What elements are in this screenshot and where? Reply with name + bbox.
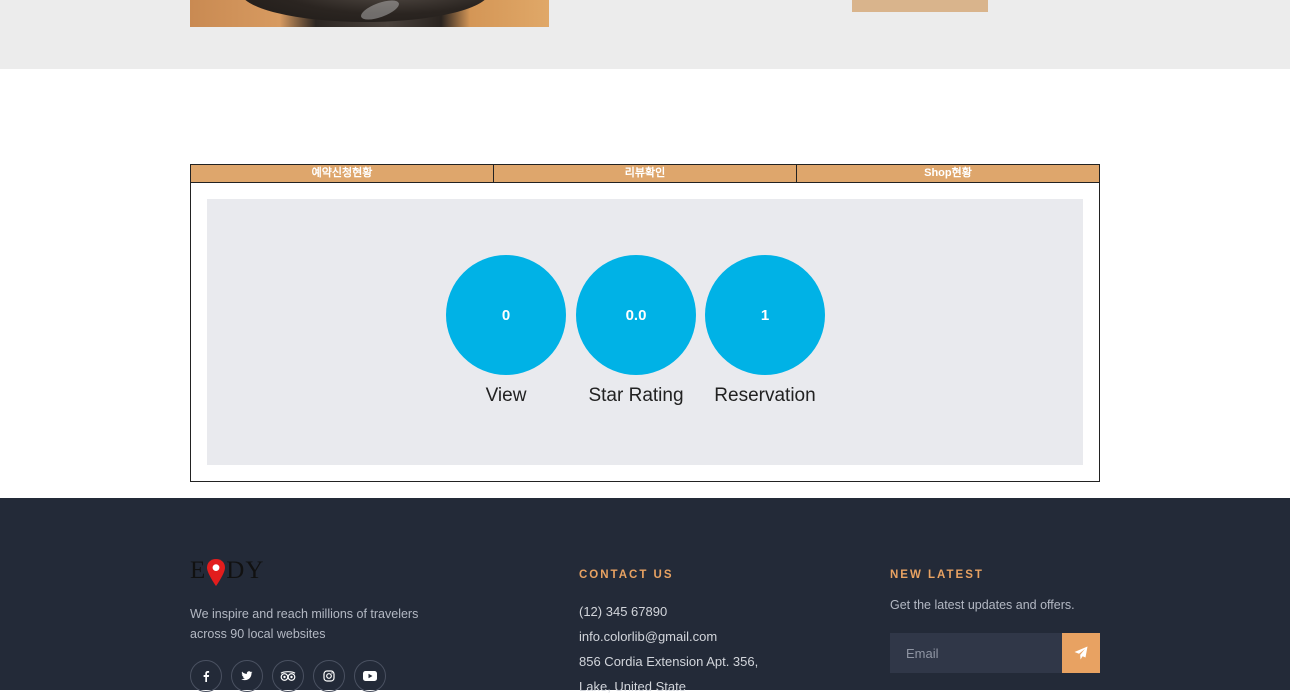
newsletter-title: NEW LATEST [890, 569, 984, 581]
tab-reservations[interactable]: 예약신청현황 [191, 165, 493, 182]
food-image [190, 0, 549, 27]
facebook-icon[interactable] [190, 660, 222, 692]
stat-star-rating: 0.0 Star Rating [576, 255, 696, 407]
stat-view-circle: 0 [446, 255, 566, 375]
about-line-1: We inspire and reach millions of travele… [190, 607, 419, 621]
top-button[interactable] [852, 0, 988, 12]
newsletter-email-input[interactable] [890, 633, 1062, 673]
youtube-icon[interactable] [354, 660, 386, 692]
contact-email[interactable]: info.colorlib@gmail.com [579, 624, 758, 649]
about-line-2: across 90 local websites [190, 627, 326, 641]
tab-bar: 예약신청현황 리뷰확인 Shop현황 [190, 164, 1100, 183]
tab-shop[interactable]: Shop현황 [796, 165, 1099, 182]
top-section [0, 0, 1290, 69]
stat-reservation-label: Reservation [714, 385, 816, 406]
logo-text-left: E [190, 557, 207, 584]
stat-star-rating-circle: 0.0 [576, 255, 696, 375]
contact-address-line-2: Lake, United State [579, 679, 686, 694]
contact-title: CONTACT US [579, 569, 674, 581]
location-pin-icon [207, 559, 226, 587]
twitter-icon[interactable] [231, 660, 263, 692]
footer: E DY We inspire and reach millions of tr… [0, 498, 1290, 694]
stats-area: 0 View 0.0 Star Rating 1 Reservation [207, 199, 1083, 465]
stat-view: 0 View [446, 255, 566, 407]
tab-reviews[interactable]: 리뷰확인 [493, 165, 796, 182]
footer-about: We inspire and reach millions of travele… [190, 604, 440, 644]
social-links [190, 660, 386, 692]
newsletter-send-button[interactable] [1062, 633, 1100, 673]
footer-logo[interactable]: E DY [190, 557, 265, 587]
tripadvisor-icon[interactable] [272, 660, 304, 692]
stat-reservation: 1 Reservation [705, 255, 825, 407]
stat-view-label: View [485, 385, 527, 406]
stat-reservation-circle: 1 [705, 255, 825, 375]
logo-text-right: DY [226, 557, 265, 584]
stat-star-rating-label: Star Rating [588, 385, 684, 406]
instagram-icon[interactable] [313, 660, 345, 692]
newsletter-text: Get the latest updates and offers. [890, 598, 1075, 612]
send-icon [1074, 646, 1088, 660]
contact-address-line-1: 856 Cordia Extension Apt. 356, [579, 654, 759, 669]
contact-info: (12) 345 67890 info.colorlib@gmail.com 8… [579, 599, 758, 699]
contact-phone[interactable]: (12) 345 67890 [579, 599, 758, 624]
tab-panel: 0 View 0.0 Star Rating 1 Reservation [190, 182, 1100, 482]
